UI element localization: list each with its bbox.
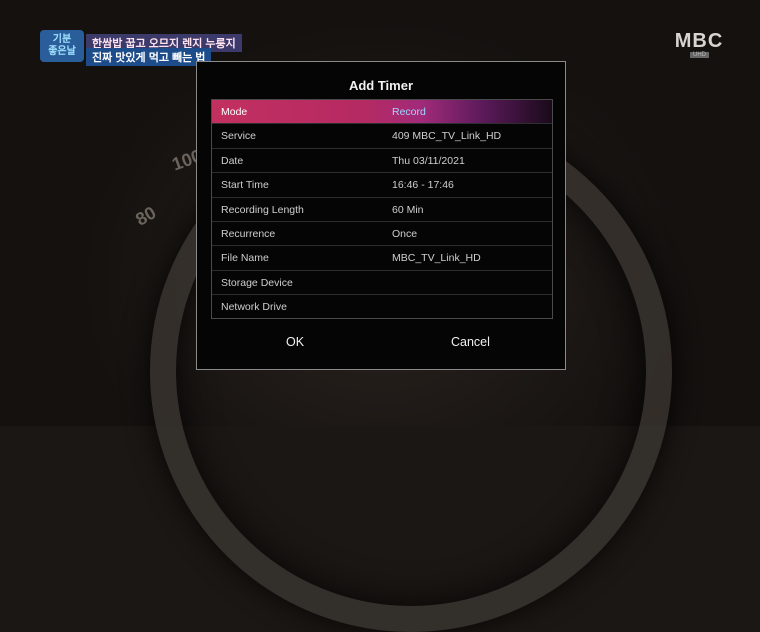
setting-row-storage-device[interactable]: Storage Device — [212, 271, 552, 296]
setting-value: 409 MBC_TV_Link_HD — [392, 130, 502, 143]
setting-row-start-time[interactable]: Start Time 16:46 - 17:46 — [212, 173, 552, 198]
channel-logo-sub: UHD — [690, 52, 709, 58]
setting-row-file-name[interactable]: File Name MBC_TV_Link_HD — [212, 246, 552, 271]
ok-button[interactable]: OK — [286, 335, 304, 349]
setting-value: Once — [392, 227, 418, 240]
cancel-button[interactable]: Cancel — [451, 335, 490, 349]
setting-row-recording-length[interactable]: Recording Length 60 Min — [212, 198, 552, 222]
setting-label: Storage Device — [221, 276, 293, 289]
dialog-title: Add Timer — [348, 78, 414, 93]
setting-value: MBC_TV_Link_HD — [392, 252, 481, 265]
setting-label: File Name — [221, 252, 269, 265]
setting-row-network-drive[interactable]: Network Drive — [212, 295, 552, 319]
setting-label: Date — [221, 154, 244, 167]
setting-row-date[interactable]: Date Thu 03/11/2021 — [212, 149, 552, 174]
setting-value: Thu 03/11/2021 — [392, 154, 465, 167]
setting-label: Recording Length — [221, 203, 304, 216]
setting-value: Record — [392, 106, 426, 118]
program-caption-line2: 진짜 맛있게 먹고 빼는 법 — [86, 48, 212, 66]
setting-row-mode[interactable]: Mode Record — [212, 100, 552, 125]
setting-row-recurrence[interactable]: Recurrence Once — [212, 222, 552, 247]
setting-label: Service — [221, 130, 257, 143]
setting-label: Start Time — [221, 179, 269, 192]
setting-value: 16:46 - 17:46 — [392, 179, 454, 192]
setting-label: Network Drive — [221, 301, 287, 314]
setting-row-service[interactable]: Service 409 MBC_TV_Link_HD — [212, 124, 552, 149]
setting-value: 60 Min — [392, 203, 424, 216]
setting-label: Recurrence — [221, 227, 276, 240]
setting-label: Mode — [221, 106, 248, 118]
program-logo: 기분 좋은날 — [40, 30, 84, 62]
timer-settings-list: Mode Record Service 409 MBC_TV_Link_HD D… — [211, 99, 553, 319]
add-timer-dialog: Add Timer Mode Record Service 409 MBC_TV… — [196, 61, 566, 370]
